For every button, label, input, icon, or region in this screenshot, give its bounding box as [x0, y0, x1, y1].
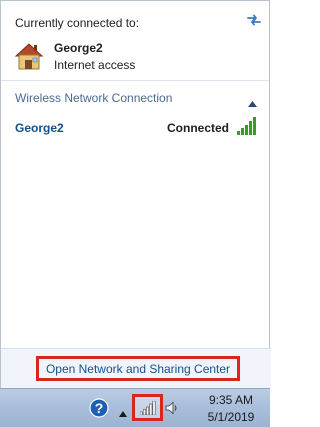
network-tray-button[interactable] — [132, 394, 163, 421]
currently-connected-label: Currently connected to: — [15, 16, 140, 30]
taskbar: ? 9:35 AM 5/1/2019 — [0, 388, 270, 427]
help-icon[interactable]: ? — [89, 398, 109, 418]
chevron-up-icon[interactable] — [248, 94, 257, 107]
current-connection-section: Currently connected to: George2 Internet… — [1, 1, 269, 81]
network-list-item[interactable]: George2 Connected — [4, 114, 266, 142]
clock-time: 9:35 AM — [208, 393, 254, 407]
connected-network-name: George2 — [54, 41, 103, 55]
open-network-sharing-center-label: Open Network and Sharing Center — [45, 361, 231, 376]
network-flyout: Currently connected to: George2 Internet… — [0, 0, 271, 389]
wireless-section-title: Wireless Network Connection — [15, 91, 173, 105]
network-status: Connected — [167, 121, 230, 135]
network-name: George2 — [15, 121, 64, 135]
speaker-icon[interactable] — [165, 401, 179, 415]
wireless-section-header[interactable]: Wireless Network Connection — [1, 82, 269, 112]
show-hidden-icons-arrow[interactable] — [119, 404, 127, 417]
signal-bars-icon — [236, 117, 258, 135]
open-network-sharing-center-link[interactable]: Open Network and Sharing Center — [36, 356, 240, 381]
connected-network-status: Internet access — [54, 58, 136, 72]
flyout-footer: Open Network and Sharing Center — [1, 348, 271, 389]
svg-text:?: ? — [95, 400, 104, 416]
network-signal-icon — [140, 401, 156, 415]
refresh-icon[interactable] — [245, 11, 263, 29]
taskbar-clock[interactable]: 9:35 AM 5/1/2019 — [196, 393, 266, 425]
house-network-icon — [14, 41, 44, 71]
clock-date: 5/1/2019 — [207, 410, 255, 424]
